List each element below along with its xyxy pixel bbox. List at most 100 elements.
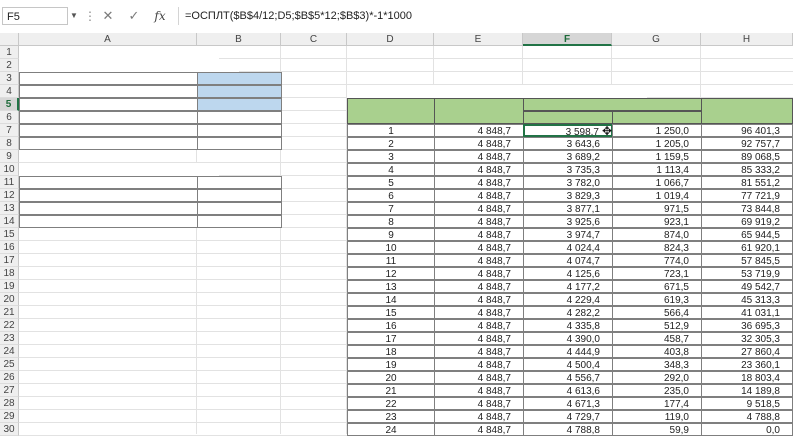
payment-cell[interactable]: 4 848,7 [434, 345, 524, 358]
payment-cell[interactable]: 4 848,7 [434, 280, 524, 293]
payment-cell[interactable]: 4 848,7 [434, 410, 524, 423]
column-header-h[interactable]: H [701, 33, 793, 46]
balance-cell[interactable]: 9 518,5 [701, 397, 793, 410]
row-header-11[interactable]: 11 [0, 176, 19, 189]
payment-cell[interactable]: 4 848,7 [434, 332, 524, 345]
row-header-25[interactable]: 25 [0, 358, 19, 371]
param-input[interactable] [197, 98, 282, 111]
payment-cell[interactable]: 4 848,7 [434, 137, 524, 150]
interest-cell[interactable]: 1 019,4 [612, 189, 702, 202]
row-header-8[interactable]: 8 [0, 137, 19, 150]
row-header-3[interactable]: 3 [0, 72, 19, 85]
interest-cell[interactable]: 774,0 [612, 254, 702, 267]
month-cell[interactable]: 1 [347, 124, 435, 137]
row-header-20[interactable]: 20 [0, 293, 19, 306]
payment-cell[interactable]: 4 848,7 [434, 163, 524, 176]
principal-cell[interactable]: 3 735,3 [523, 163, 613, 176]
month-cell[interactable]: 4 [347, 163, 435, 176]
row-header-24[interactable]: 24 [0, 345, 19, 358]
principal-cell[interactable]: 4 671,3 [523, 397, 613, 410]
column-header-a[interactable]: A [19, 33, 197, 46]
principal-cell[interactable]: 4 024,4 [523, 241, 613, 254]
row-header-7[interactable]: 7 [0, 124, 19, 137]
payment-cell[interactable]: 4 848,7 [434, 384, 524, 397]
month-cell[interactable]: 12 [347, 267, 435, 280]
month-cell[interactable]: 2 [347, 137, 435, 150]
month-cell[interactable]: 18 [347, 345, 435, 358]
payment-cell[interactable]: 4 848,7 [434, 202, 524, 215]
param-input[interactable] [197, 72, 282, 85]
principal-cell[interactable]: 4 500,4 [523, 358, 613, 371]
payment-cell[interactable]: 4 848,7 [434, 293, 524, 306]
row-header-17[interactable]: 17 [0, 254, 19, 267]
interest-cell[interactable]: 177,4 [612, 397, 702, 410]
balance-cell[interactable]: 23 360,1 [701, 358, 793, 371]
principal-cell[interactable]: 3 689,2 [523, 150, 613, 163]
cancel-icon[interactable]: ✕ [98, 7, 118, 25]
column-header-c[interactable]: C [281, 33, 347, 46]
payment-cell[interactable]: 4 848,7 [434, 423, 524, 436]
balance-cell[interactable]: 14 189,8 [701, 384, 793, 397]
principal-cell[interactable]: 4 229,4 [523, 293, 613, 306]
balance-cell[interactable]: 96 401,3 [701, 124, 793, 137]
column-header-d[interactable]: D [347, 33, 434, 46]
principal-cell[interactable]: 4 788,8 [523, 423, 613, 436]
param-input[interactable] [197, 85, 282, 98]
payment-cell[interactable]: 4 848,7 [434, 124, 524, 137]
interest-cell[interactable]: 348,3 [612, 358, 702, 371]
interest-cell[interactable]: 971,5 [612, 202, 702, 215]
balance-cell[interactable]: 73 844,8 [701, 202, 793, 215]
month-cell[interactable]: 22 [347, 397, 435, 410]
principal-cell[interactable]: 3 782,0 [523, 176, 613, 189]
interest-cell[interactable]: 403,8 [612, 345, 702, 358]
payment-cell[interactable]: 4 848,7 [434, 215, 524, 228]
balance-cell[interactable]: 4 788,8 [701, 410, 793, 423]
principal-cell[interactable]: 4 177,2 [523, 280, 613, 293]
month-cell[interactable]: 6 [347, 189, 435, 202]
row-header-27[interactable]: 27 [0, 384, 19, 397]
row-header-21[interactable]: 21 [0, 306, 19, 319]
row-header-28[interactable]: 28 [0, 397, 19, 410]
payment-cell[interactable]: 4 848,7 [434, 176, 524, 189]
balance-cell[interactable]: 69 919,2 [701, 215, 793, 228]
balance-cell[interactable]: 77 721,9 [701, 189, 793, 202]
month-cell[interactable]: 13 [347, 280, 435, 293]
row-header-19[interactable]: 19 [0, 280, 19, 293]
balance-cell[interactable]: 61 920,1 [701, 241, 793, 254]
payment-cell[interactable]: 4 848,7 [434, 371, 524, 384]
month-cell[interactable]: 21 [347, 384, 435, 397]
interest-cell[interactable]: 824,3 [612, 241, 702, 254]
interest-cell[interactable]: 458,7 [612, 332, 702, 345]
month-cell[interactable]: 24 [347, 423, 435, 436]
row-header-15[interactable]: 15 [0, 228, 19, 241]
principal-cell[interactable]: 4 125,6 [523, 267, 613, 280]
month-cell[interactable]: 5 [347, 176, 435, 189]
balance-cell[interactable]: 89 068,5 [701, 150, 793, 163]
interest-cell[interactable]: 923,1 [612, 215, 702, 228]
principal-cell[interactable]: 4 444,9 [523, 345, 613, 358]
principal-cell[interactable]: 4 335,8 [523, 319, 613, 332]
balance-cell[interactable]: 36 695,3 [701, 319, 793, 332]
principal-cell[interactable]: 3 877,1 [523, 202, 613, 215]
interest-cell[interactable]: 235,0 [612, 384, 702, 397]
principal-cell[interactable]: 4 729,7 [523, 410, 613, 423]
payment-cell[interactable]: 4 848,7 [434, 306, 524, 319]
principal-cell[interactable]: 4 556,7 [523, 371, 613, 384]
payment-cell[interactable]: 4 848,7 [434, 358, 524, 371]
row-header-1[interactable]: 1 [0, 46, 19, 59]
balance-cell[interactable]: 57 845,5 [701, 254, 793, 267]
principal-cell[interactable]: 4 074,7 [523, 254, 613, 267]
interest-cell[interactable]: 1 113,4 [612, 163, 702, 176]
interest-cell[interactable]: 1 066,7 [612, 176, 702, 189]
month-cell[interactable]: 23 [347, 410, 435, 423]
row-header-26[interactable]: 26 [0, 371, 19, 384]
payment-cell[interactable]: 4 848,7 [434, 241, 524, 254]
interest-cell[interactable]: 1 250,0 [612, 124, 702, 137]
payment-cell[interactable]: 4 848,7 [434, 319, 524, 332]
principal-cell[interactable]: 3 974,7 [523, 228, 613, 241]
row-header-10[interactable]: 10 [0, 163, 19, 176]
month-cell[interactable]: 7 [347, 202, 435, 215]
interest-cell[interactable]: 59,9 [612, 423, 702, 436]
month-cell[interactable]: 10 [347, 241, 435, 254]
row-header-5[interactable]: 5 [0, 98, 19, 111]
